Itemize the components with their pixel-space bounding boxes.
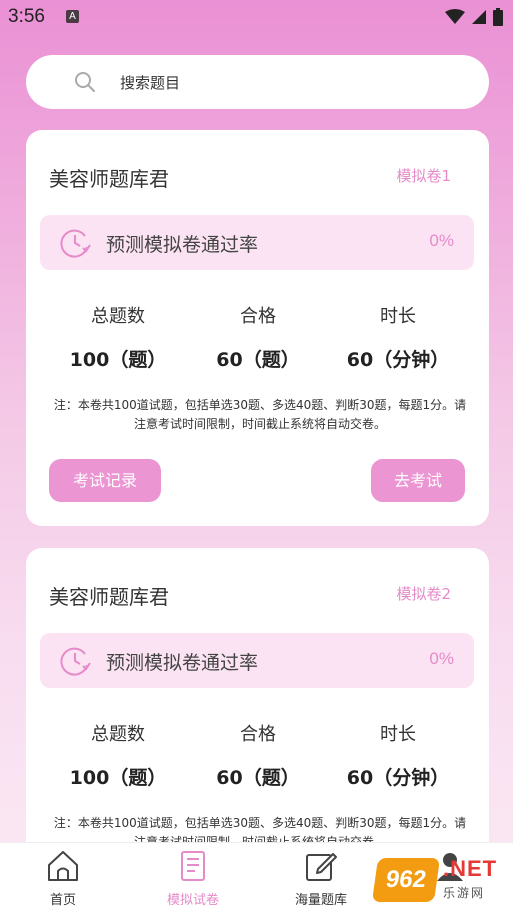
tab-mock-exam[interactable]: 模拟试卷 <box>138 843 248 913</box>
stat-total-questions: 总题数 100（题） <box>48 302 188 372</box>
stat-pass-score: 合格 60（题） <box>188 720 328 790</box>
clock-icon <box>60 647 91 676</box>
pass-rate-value: 0% <box>429 231 454 250</box>
stat-value: 60（分钟） <box>346 349 450 371</box>
exam-paper-card: 美容师题库君 模拟卷1 预测模拟卷通过率 0% 总题数 100（题） 合格 60… <box>26 130 489 526</box>
tab-label: 首页 <box>49 893 76 908</box>
paper-icon <box>181 851 205 881</box>
search-icon <box>75 72 95 92</box>
tab-question-bank[interactable]: 海量题库 <box>266 843 376 913</box>
clock-icon <box>60 229 91 258</box>
status-bar: 3:56 A <box>0 0 513 36</box>
tab-label: 海量题库 <box>294 893 347 908</box>
status-icons <box>445 8 503 26</box>
pass-rate-label: 预测模拟卷通过率 <box>106 234 259 256</box>
pass-rate-label: 预测模拟卷通过率 <box>106 652 259 674</box>
tab-home[interactable]: 首页 <box>8 843 118 913</box>
stat-label: 总题数 <box>91 724 145 745</box>
stat-value: 100（题） <box>69 349 167 371</box>
notification-icon: A <box>66 10 79 23</box>
home-icon <box>48 851 78 881</box>
paper-tag: 模拟卷1 <box>396 167 451 185</box>
pass-rate-row: 预测模拟卷通过率 0% <box>40 633 474 688</box>
site-watermark-logo: 962 .NET 乐游网 <box>371 852 505 908</box>
stat-label: 时长 <box>380 306 416 327</box>
stat-label: 合格 <box>240 306 276 327</box>
wifi-icon <box>445 9 465 24</box>
search-input[interactable]: 搜索题目 <box>26 55 489 109</box>
stat-total-questions: 总题数 100（题） <box>48 720 188 790</box>
stat-pass-score: 合格 60（题） <box>188 302 328 372</box>
stat-duration: 时长 60（分钟） <box>328 720 468 790</box>
tab-label: 模拟试卷 <box>166 893 219 908</box>
signal-icon <box>472 10 486 24</box>
watermark-net: .NET <box>443 856 498 881</box>
stat-value: 100（题） <box>69 767 167 789</box>
watermark-badge: 962 <box>371 858 441 902</box>
stat-value: 60（题） <box>216 349 300 371</box>
paper-tag: 模拟卷2 <box>396 585 451 603</box>
stat-value: 60（题） <box>216 767 300 789</box>
pass-rate-row: 预测模拟卷通过率 0% <box>40 215 474 270</box>
pass-rate-value: 0% <box>429 649 454 668</box>
stat-label: 合格 <box>240 724 276 745</box>
exam-paper-card: 美容师题库君 模拟卷2 预测模拟卷通过率 0% 总题数 100（题） 合格 60… <box>26 548 489 888</box>
stat-label: 总题数 <box>91 306 145 327</box>
battery-icon <box>493 8 503 26</box>
paper-note: 注：本卷共100道试题，包括单选30题、多选40题、判断30题，每题1分。请注意… <box>53 398 467 431</box>
watermark-sub: 乐游网 <box>443 886 486 900</box>
exam-record-button[interactable]: 考试记录 <box>49 459 161 502</box>
paper-title: 美容师题库君 <box>49 167 169 191</box>
stat-label: 时长 <box>380 724 416 745</box>
start-exam-button[interactable]: 去考试 <box>371 459 465 502</box>
stat-value: 60（分钟） <box>346 767 450 789</box>
paper-title: 美容师题库君 <box>49 585 169 609</box>
status-time: 3:56 <box>8 6 45 27</box>
edit-icon <box>306 853 337 881</box>
stat-duration: 时长 60（分钟） <box>328 302 468 372</box>
search-placeholder: 搜索题目 <box>120 74 181 92</box>
